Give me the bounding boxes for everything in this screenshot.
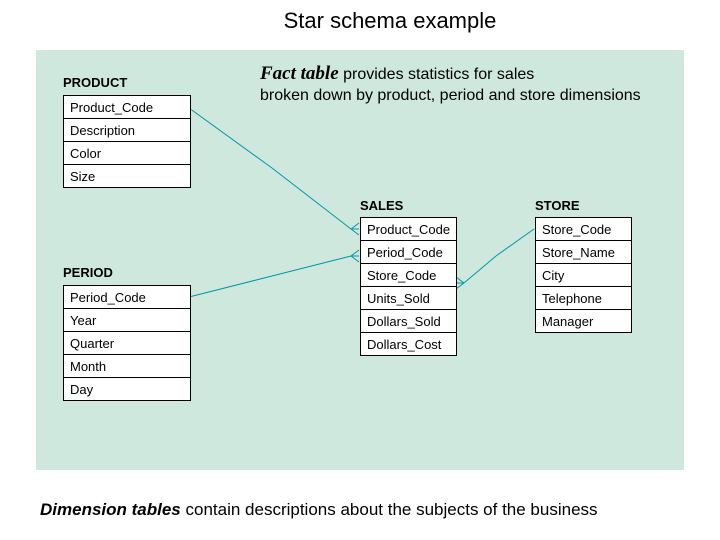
table-store: Store_Code Store_Name City Telephone Man… — [535, 217, 632, 333]
table-row: Product_Code — [64, 96, 190, 118]
table-header-period: PERIOD — [63, 265, 113, 280]
page-title: Star schema example — [0, 8, 720, 34]
footer-rest: contain descriptions about the subjects … — [181, 500, 598, 519]
table-row: Period_Code — [64, 286, 190, 308]
table-row: Year — [64, 308, 190, 331]
table-product: Product_Code Description Color Size — [63, 95, 191, 188]
table-header-sales: SALES — [360, 198, 403, 213]
dimension-tables-footer: Dimension tables contain descriptions ab… — [40, 500, 598, 520]
table-row: Quarter — [64, 331, 190, 354]
fact-table-callout: Fact table provides statistics for sales… — [260, 62, 655, 106]
table-row: Telephone — [536, 286, 631, 309]
table-sales: Product_Code Period_Code Store_Code Unit… — [360, 217, 457, 356]
fact-table-label: Fact table — [260, 63, 339, 84]
dimension-tables-label: Dimension tables — [40, 500, 181, 519]
table-row: Day — [64, 377, 190, 400]
table-row: Product_Code — [361, 218, 456, 240]
table-header-product: PRODUCT — [63, 75, 127, 90]
table-row: Size — [64, 164, 190, 187]
table-row: Units_Sold — [361, 286, 456, 309]
table-row: City — [536, 263, 631, 286]
table-row: Description — [64, 118, 190, 141]
table-row: Store_Code — [361, 263, 456, 286]
table-row: Store_Name — [536, 240, 631, 263]
table-row: Color — [64, 141, 190, 164]
table-row: Dollars_Sold — [361, 309, 456, 332]
table-header-store: STORE — [535, 198, 580, 213]
table-row: Manager — [536, 309, 631, 332]
table-row: Period_Code — [361, 240, 456, 263]
table-row: Dollars_Cost — [361, 332, 456, 355]
table-period: Period_Code Year Quarter Month Day — [63, 285, 191, 401]
table-row: Month — [64, 354, 190, 377]
callout-line1: provides statistics for sales — [339, 66, 535, 83]
table-row: Store_Code — [536, 218, 631, 240]
callout-line2: broken down by product, period and store… — [260, 87, 641, 104]
